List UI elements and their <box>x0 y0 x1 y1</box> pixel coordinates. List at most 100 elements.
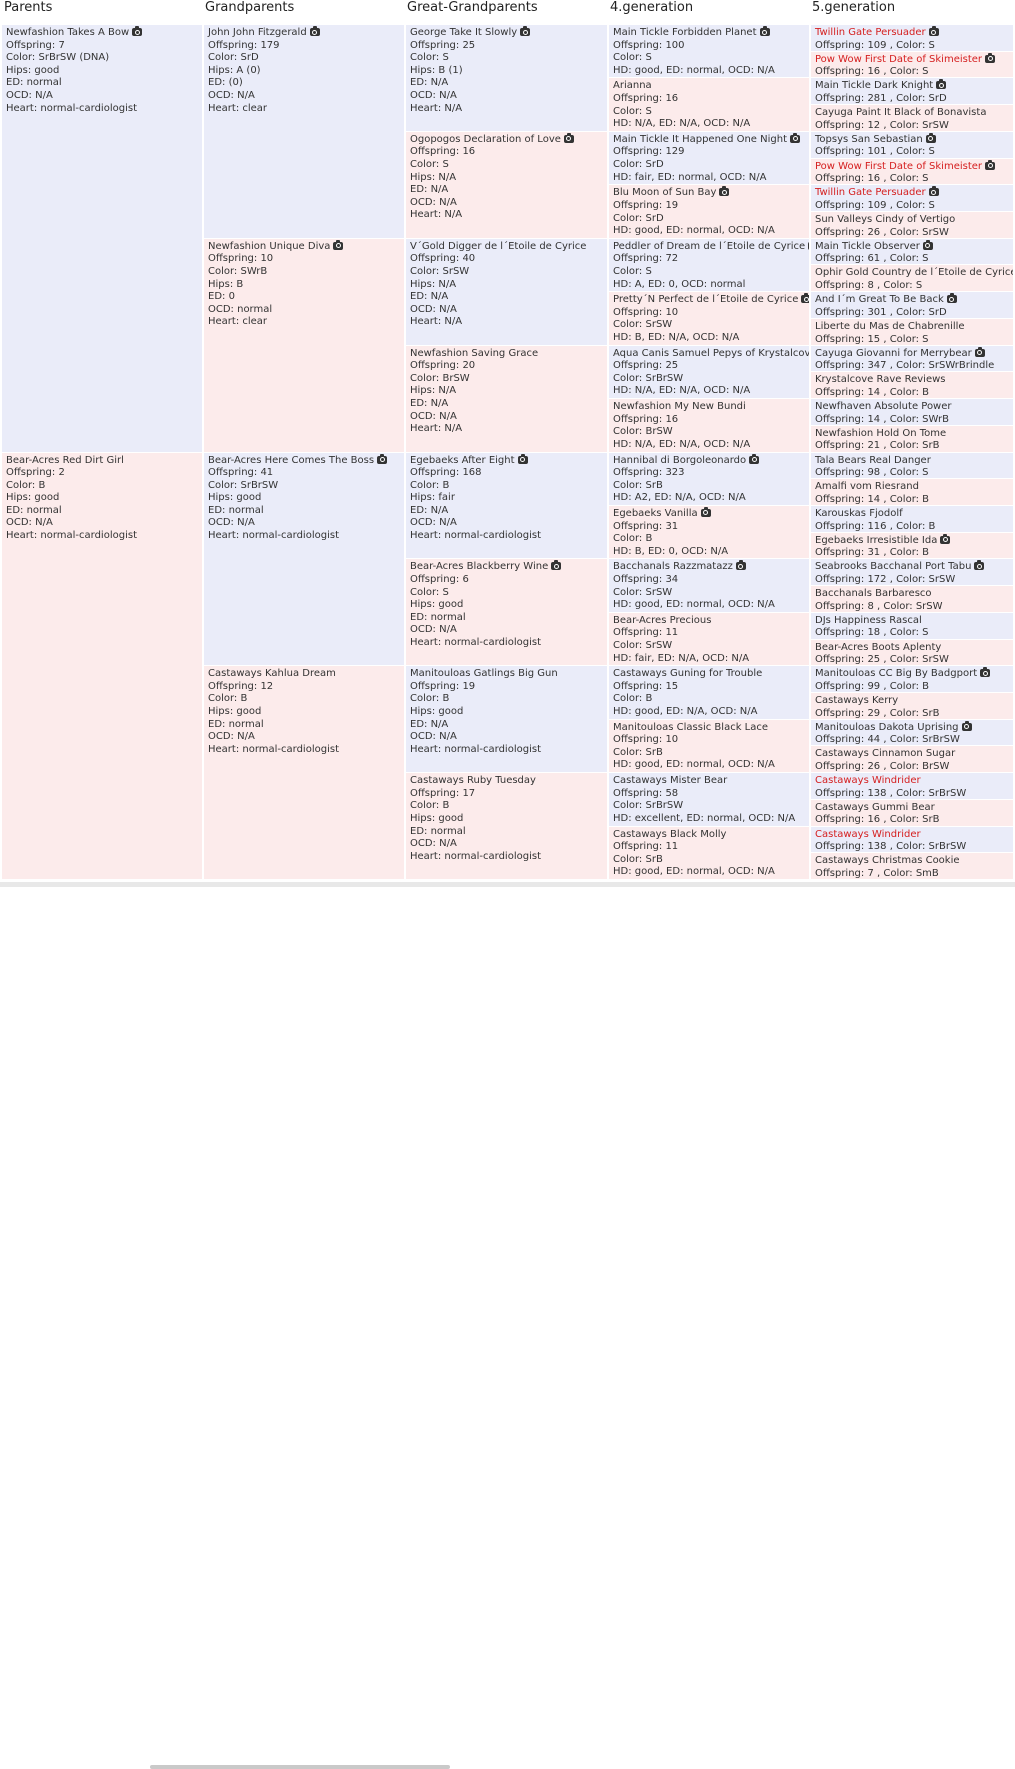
dog-name-link[interactable]: Topsys San Sebastian <box>815 132 1009 147</box>
dog-info-line: HD: N/A, ED: N/A, OCD: N/A <box>613 438 751 450</box>
dog-name-link[interactable]: Castaways Windrider <box>815 829 1009 842</box>
dog-name-link[interactable]: Main Tickle Dark Knight <box>815 79 1009 93</box>
pedigree-cell: And I´m Great To Be Back Offspring: 301 ,… <box>811 292 1013 318</box>
camera-icon[interactable] <box>946 293 957 304</box>
dog-name-link[interactable]: Main Tickle Observer <box>815 239 1009 254</box>
camera-icon[interactable] <box>961 720 972 731</box>
dog-name-link[interactable]: Bear-Acres Blackberry Wine <box>410 560 603 574</box>
camera-icon[interactable] <box>790 132 800 143</box>
camera-icon[interactable] <box>333 239 344 250</box>
dog-name-link[interactable]: Bear-Acres Precious <box>613 615 805 628</box>
dog-name-link[interactable]: Newfashion Unique Diva <box>208 239 400 254</box>
dog-name-link[interactable]: Castaways Windrider <box>815 775 1009 788</box>
camera-icon[interactable] <box>520 26 531 36</box>
dog-name-link[interactable]: Newfashion Takes A Bow <box>6 26 198 40</box>
dog-name-link[interactable]: Peddler of Dream de l´Etoile de Cyrice <box>613 241 809 254</box>
dog-name-link[interactable]: Tala Bears Real Danger <box>815 455 1009 468</box>
camera-icon[interactable] <box>700 506 711 517</box>
dog-name-link[interactable]: Castaways Guning for Trouble <box>613 668 805 681</box>
dog-name-link[interactable]: Bear-Acres Red Dirt Girl <box>6 455 198 468</box>
dog-name-link[interactable]: Newfashion Saving Grace <box>410 348 603 361</box>
dog-name-link[interactable]: Sun Valleys Cindy of Vertigo <box>815 214 1009 227</box>
camera-icon[interactable] <box>551 560 562 571</box>
dog-name-link[interactable]: Castaways Kahlua Dream <box>208 668 400 681</box>
dog-name-link[interactable]: Egebaeks Irresistible Ida <box>815 533 1009 548</box>
dog-name-link[interactable]: Aqua Canis Samuel Pepys of Krystalcove <box>613 348 809 361</box>
dog-name-text: Castaways Ruby Tuesday <box>410 775 536 787</box>
dog-name-link[interactable]: Seabrooks Bacchanal Port Tabu <box>815 560 1009 574</box>
dog-info-line: Color: SrSW <box>410 265 470 277</box>
scrollbar-thumb[interactable] <box>150 1765 450 1769</box>
dog-name-link[interactable]: Manitouloas CC Big By Badgport <box>815 667 1009 681</box>
dog-name-link[interactable]: Liberte du Mas de Chabrenille <box>815 321 1009 334</box>
dog-name-link[interactable]: Cayuga Paint It Black of Bonavista <box>815 107 1009 120</box>
camera-icon[interactable] <box>940 533 951 544</box>
dog-name-link[interactable]: Pow Wow First Date of Skimeister <box>815 52 1009 67</box>
dog-name-link[interactable]: Ogopogos Declaration of Love <box>410 132 603 147</box>
dog-name-link[interactable]: John John Fitzgerald <box>208 26 400 40</box>
dog-name-link[interactable]: V´Gold Digger de l´Etoile de Cyrice <box>410 241 603 254</box>
dog-name-link[interactable]: Bear-Acres Boots Aplenty <box>815 642 1009 655</box>
camera-icon[interactable] <box>735 560 746 571</box>
dog-name-link[interactable]: Manitouloas Dakota Uprising <box>815 720 1009 735</box>
dog-name-link[interactable]: Twillin Gate Persuader <box>815 186 1009 200</box>
dog-name-link[interactable]: Amalfi vom Riesrand <box>815 481 1009 494</box>
dog-name-link[interactable]: Krystalcove Rave Reviews <box>815 374 1009 387</box>
dog-name-link[interactable]: Manitouloas Gatlings Big Gun <box>410 668 603 681</box>
camera-icon[interactable] <box>801 293 809 304</box>
camera-icon[interactable] <box>928 186 939 197</box>
dog-name-link[interactable]: Castaways Cinnamon Sugar <box>815 748 1009 761</box>
camera-icon[interactable] <box>936 79 947 90</box>
camera-icon[interactable] <box>974 560 985 571</box>
dog-name-link[interactable]: Ophir Gold Country de l´Etoile de Cyrice <box>815 267 1013 280</box>
camera-icon[interactable] <box>980 667 991 678</box>
dog-name-link[interactable]: Castaways Ruby Tuesday <box>410 775 603 788</box>
dog-name-link[interactable]: Pow Wow First Date of Skimeister <box>815 159 1009 174</box>
dog-name-link[interactable]: Bacchanals Razzmatazz <box>613 560 805 574</box>
dog-name-link[interactable]: Arianna <box>613 80 805 93</box>
camera-icon[interactable] <box>928 26 939 36</box>
dog-name-link[interactable]: Egebaeks Vanilla <box>613 506 805 521</box>
camera-icon[interactable] <box>974 346 985 357</box>
camera-icon[interactable] <box>377 453 388 464</box>
camera-icon[interactable] <box>517 453 528 464</box>
dog-name-link[interactable]: Castaways Mister Bear <box>613 775 805 788</box>
dog-name-link[interactable]: Castaways Christmas Cookie <box>815 855 1009 868</box>
dog-name-text: Cayuga Paint It Black of Bonavista <box>815 107 987 119</box>
camera-icon[interactable] <box>749 453 760 464</box>
dog-info-line: Offspring: 29 , Color: SrB <box>815 707 940 719</box>
dog-name-link[interactable]: Egebaeks After Eight <box>410 453 603 468</box>
dog-name-text: Main Tickle It Happened One Night <box>613 133 787 145</box>
dog-name-link[interactable]: Bear-Acres Here Comes The Boss <box>208 453 400 468</box>
dog-name-link[interactable]: Castaways Gummi Bear <box>815 802 1009 815</box>
dog-name-link[interactable]: Bacchanals Barbaresco <box>815 588 1009 601</box>
dog-name-link[interactable]: And I´m Great To Be Back <box>815 293 1009 307</box>
dog-name-link[interactable]: Pretty´N Perfect de l´Etoile de Cyrice <box>613 293 809 307</box>
dog-name-link[interactable]: Cayuga Giovanni for Merrybear <box>815 346 1009 361</box>
dog-name-link[interactable]: Newfashion My New Bundi <box>613 401 805 414</box>
dog-name-link[interactable]: DJs Happiness Rascal <box>815 615 1009 628</box>
dog-name-link[interactable]: Manitouloas Classic Black Lace <box>613 722 805 735</box>
dog-name-link[interactable]: Castaways Black Molly <box>613 829 805 842</box>
dog-name-link[interactable]: Karouskas Fjodolf <box>815 508 1009 521</box>
camera-icon[interactable] <box>985 52 996 63</box>
camera-icon[interactable] <box>719 186 730 197</box>
camera-icon[interactable] <box>563 132 574 143</box>
camera-icon[interactable] <box>759 26 770 36</box>
camera-icon[interactable] <box>985 159 996 170</box>
dog-name-link[interactable]: Twillin Gate Persuader <box>815 26 1009 40</box>
horizontal-scrollbar[interactable] <box>0 882 1015 1769</box>
camera-icon[interactable] <box>922 239 933 250</box>
dog-name-link[interactable]: Hannibal di Borgoleonardo <box>613 453 805 468</box>
dog-name-link[interactable]: Blu Moon of Sun Bay <box>613 186 805 200</box>
dog-name-link[interactable]: Main Tickle It Happened One Night <box>613 132 805 147</box>
camera-icon[interactable] <box>309 26 320 36</box>
dog-name-link[interactable]: Newfhaven Absolute Power <box>815 401 1009 414</box>
dog-name-link[interactable]: Castaways Kerry <box>815 695 1009 708</box>
dog-name-link[interactable]: Newfashion Hold On Tome <box>815 428 1009 441</box>
dog-name-link[interactable]: George Take It Slowly <box>410 26 603 40</box>
camera-icon[interactable] <box>925 132 936 143</box>
dog-name-link[interactable]: Main Tickle Forbidden Planet <box>613 26 805 40</box>
camera-icon[interactable] <box>132 26 143 36</box>
camera-icon[interactable] <box>808 241 809 250</box>
